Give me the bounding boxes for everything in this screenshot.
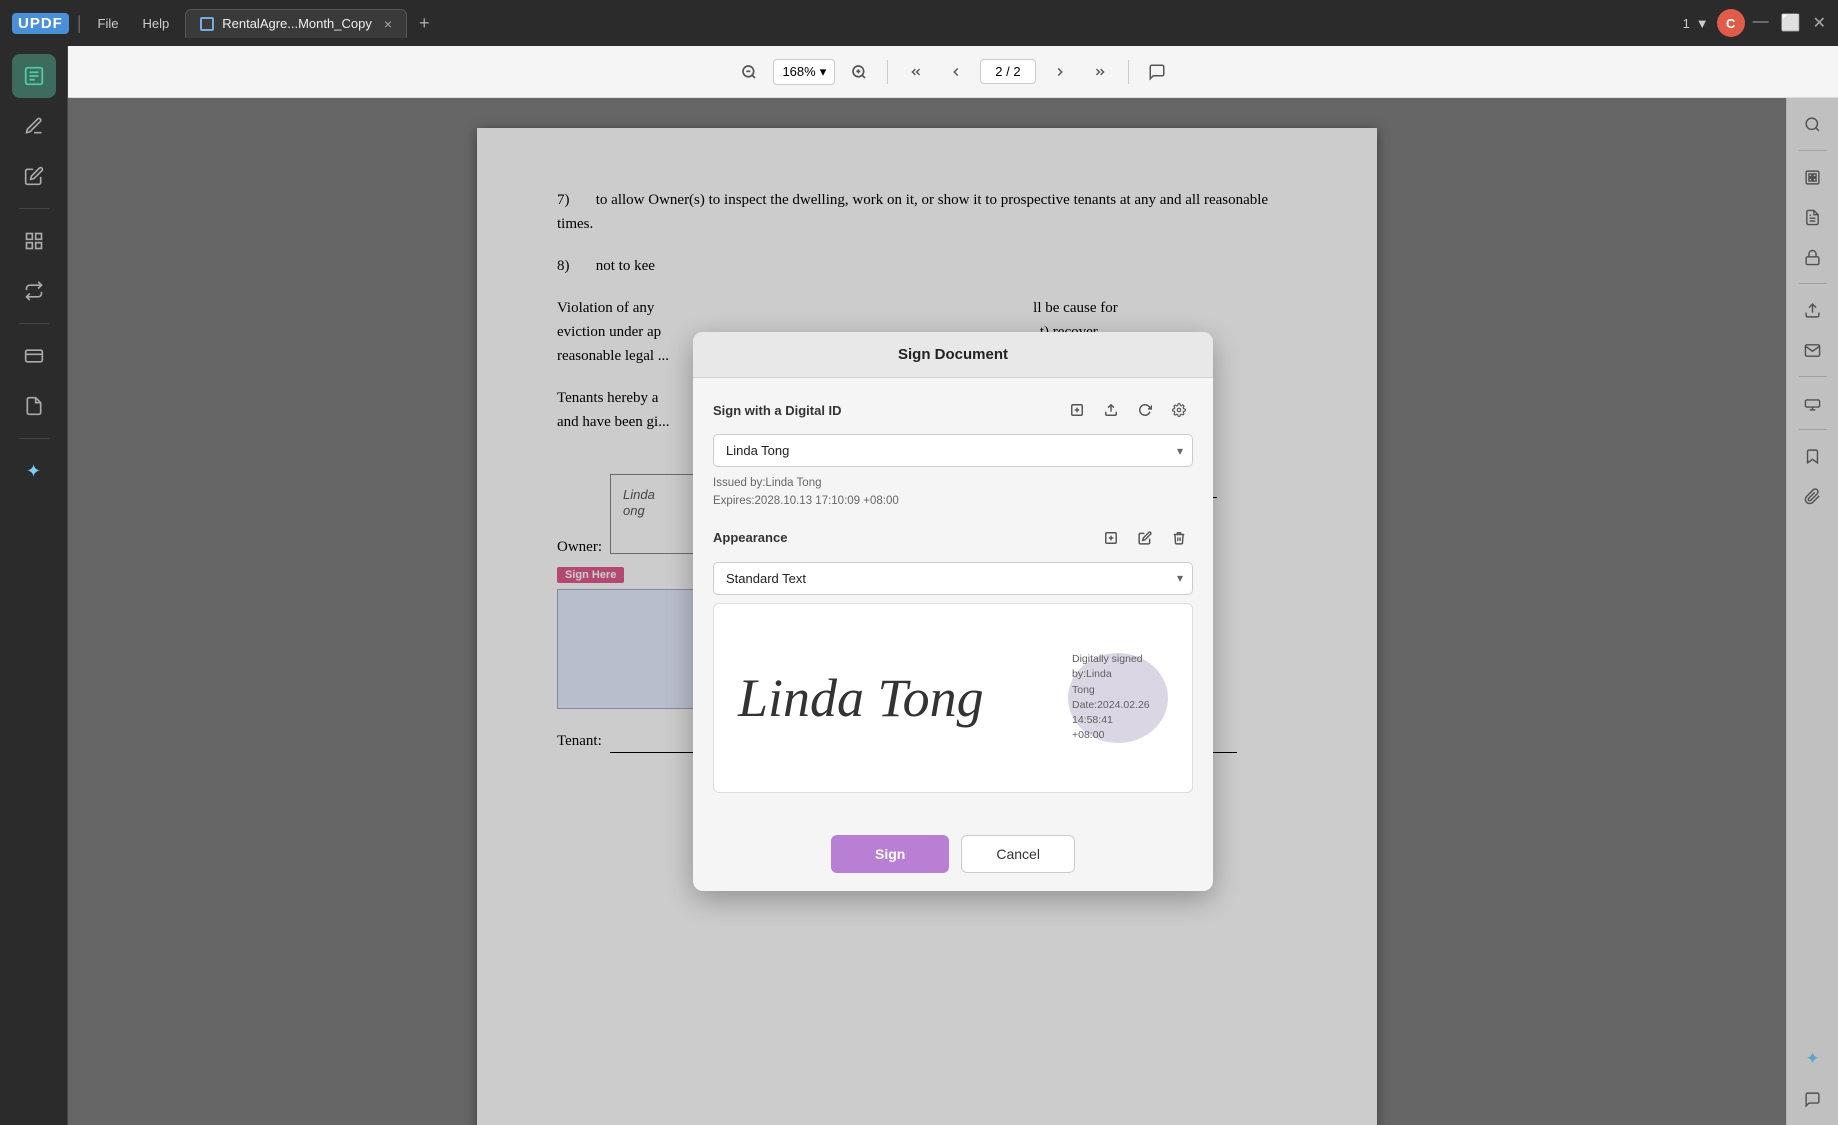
active-tab[interactable]: RentalAgre...Month_Copy × — [185, 9, 407, 38]
tab-label: RentalAgre...Month_Copy — [222, 16, 372, 31]
sidebar-icon-annotate[interactable] — [12, 104, 56, 148]
appearance-select-row: Standard Text ▾ — [713, 562, 1193, 595]
close-btn[interactable]: ✕ — [1813, 13, 1826, 33]
add-tab-btn[interactable]: + — [419, 13, 430, 34]
expires: Expires:2028.10.13 17:10:09 +08:00 — [713, 493, 1193, 510]
zoom-value: 168% — [782, 64, 815, 79]
preview-signature-name: Linda Tong — [738, 667, 984, 729]
digital-id-export-btn[interactable] — [1097, 396, 1125, 424]
signature-preview: Linda Tong Digitally signed by:Linda Ton… — [713, 603, 1193, 793]
toolbar-sep-2 — [1128, 60, 1129, 84]
nav-next-btn[interactable] — [1044, 56, 1076, 88]
appearance-select[interactable]: Standard Text — [713, 562, 1193, 595]
appearance-delete-btn[interactable] — [1165, 524, 1193, 552]
digital-id-meta: Issued by:Linda Tong Expires:2028.10.13 … — [713, 475, 1193, 510]
toolbar: 168% ▾ 2 / 2 — [68, 46, 1838, 98]
sidebar-separator-3 — [19, 438, 49, 439]
nav-last-btn[interactable] — [1084, 56, 1116, 88]
page-nav-display[interactable]: 2 / 2 — [980, 59, 1035, 84]
digital-id-section-header: Sign with a Digital ID — [713, 396, 1193, 424]
tab-doc-icon — [200, 17, 214, 31]
appearance-section-header: Appearance — [713, 524, 1193, 552]
digital-id-settings-btn[interactable] — [1165, 396, 1193, 424]
preview-stamp-text: Digitally signed by:Linda Tong Date:2024… — [1068, 648, 1168, 747]
zoom-in-btn[interactable] — [843, 56, 875, 88]
sidebar-icon-edit[interactable] — [12, 154, 56, 198]
zoom-chevron-icon: ▾ — [820, 64, 827, 80]
dialog-title: Sign Document — [898, 346, 1008, 363]
dialog-overlay: Sign Document Sign with a Digital ID — [68, 98, 1838, 1125]
zoom-level-display[interactable]: 168% ▾ — [773, 59, 835, 85]
digital-id-label: Sign with a Digital ID — [713, 403, 842, 418]
minimize-btn[interactable]: — — [1753, 13, 1769, 33]
sign-document-dialog: Sign Document Sign with a Digital ID — [693, 332, 1213, 891]
content-area: 7) to allow Owner(s) to inspect the dwel… — [68, 98, 1838, 1125]
titlebar-divider: | — [77, 13, 82, 34]
tab-close-btn[interactable]: × — [384, 16, 392, 32]
zoom-out-btn[interactable] — [733, 56, 765, 88]
sidebar-icon-convert[interactable] — [12, 269, 56, 313]
sidebar-separator-1 — [19, 208, 49, 209]
digital-id-add-btn[interactable] — [1063, 396, 1091, 424]
page-total: 2 — [1013, 64, 1020, 79]
page-current: 2 — [995, 64, 1002, 79]
user-avatar[interactable]: C — [1717, 9, 1745, 37]
page-indicator: 1 ▼ — [1683, 16, 1709, 31]
stamp-line3: Date:2024.02.26 14:58:41 — [1072, 699, 1150, 726]
dialog-header: Sign Document — [693, 332, 1213, 378]
maximize-btn[interactable]: ⬜ — [1781, 13, 1801, 33]
sidebar-icon-read[interactable] — [12, 54, 56, 98]
sidebar-icon-ai[interactable]: ✦ — [12, 449, 56, 493]
preview-stamp: Digitally signed by:Linda Tong Date:2024… — [1068, 653, 1168, 743]
nav-prev-btn[interactable] — [940, 56, 972, 88]
window-controls: — ⬜ ✕ — [1753, 13, 1826, 33]
app-logo: UPDF — [12, 13, 69, 34]
sign-btn[interactable]: Sign — [831, 835, 949, 873]
sidebar-icon-forms[interactable] — [12, 334, 56, 378]
digital-id-icons — [1063, 396, 1193, 424]
stamp-line4: +08:00 — [1072, 729, 1104, 741]
titlebar: UPDF | File Help RentalAgre...Month_Copy… — [0, 0, 1838, 46]
appearance-add-btn[interactable] — [1097, 524, 1125, 552]
sidebar-separator-2 — [19, 323, 49, 324]
left-sidebar: ✦ — [0, 46, 68, 1125]
main-layout: ✦ 168% ▾ 2 / — [0, 46, 1838, 1125]
stamp-line2: Tong — [1072, 684, 1095, 696]
dialog-footer: Sign Cancel — [693, 827, 1213, 891]
sidebar-icon-organize[interactable] — [12, 219, 56, 263]
stamp-line1: Digitally signed by:Linda — [1072, 653, 1143, 680]
issued-by: Issued by:Linda Tong — [713, 475, 1193, 492]
sidebar-icon-pages[interactable] — [12, 384, 56, 428]
digital-id-select[interactable]: Linda Tong — [713, 434, 1193, 467]
appearance-icons — [1097, 524, 1193, 552]
appearance-edit-btn[interactable] — [1131, 524, 1159, 552]
appearance-label: Appearance — [713, 530, 787, 545]
comment-btn[interactable] — [1141, 56, 1173, 88]
menu-help[interactable]: Help — [134, 12, 177, 35]
dialog-body: Sign with a Digital ID — [693, 378, 1213, 827]
digital-id-refresh-btn[interactable] — [1131, 396, 1159, 424]
toolbar-sep-1 — [887, 60, 888, 84]
nav-first-btn[interactable] — [900, 56, 932, 88]
cancel-btn[interactable]: Cancel — [961, 835, 1075, 873]
menu-file[interactable]: File — [90, 12, 127, 35]
digital-id-select-row: Linda Tong ▾ — [713, 434, 1193, 467]
